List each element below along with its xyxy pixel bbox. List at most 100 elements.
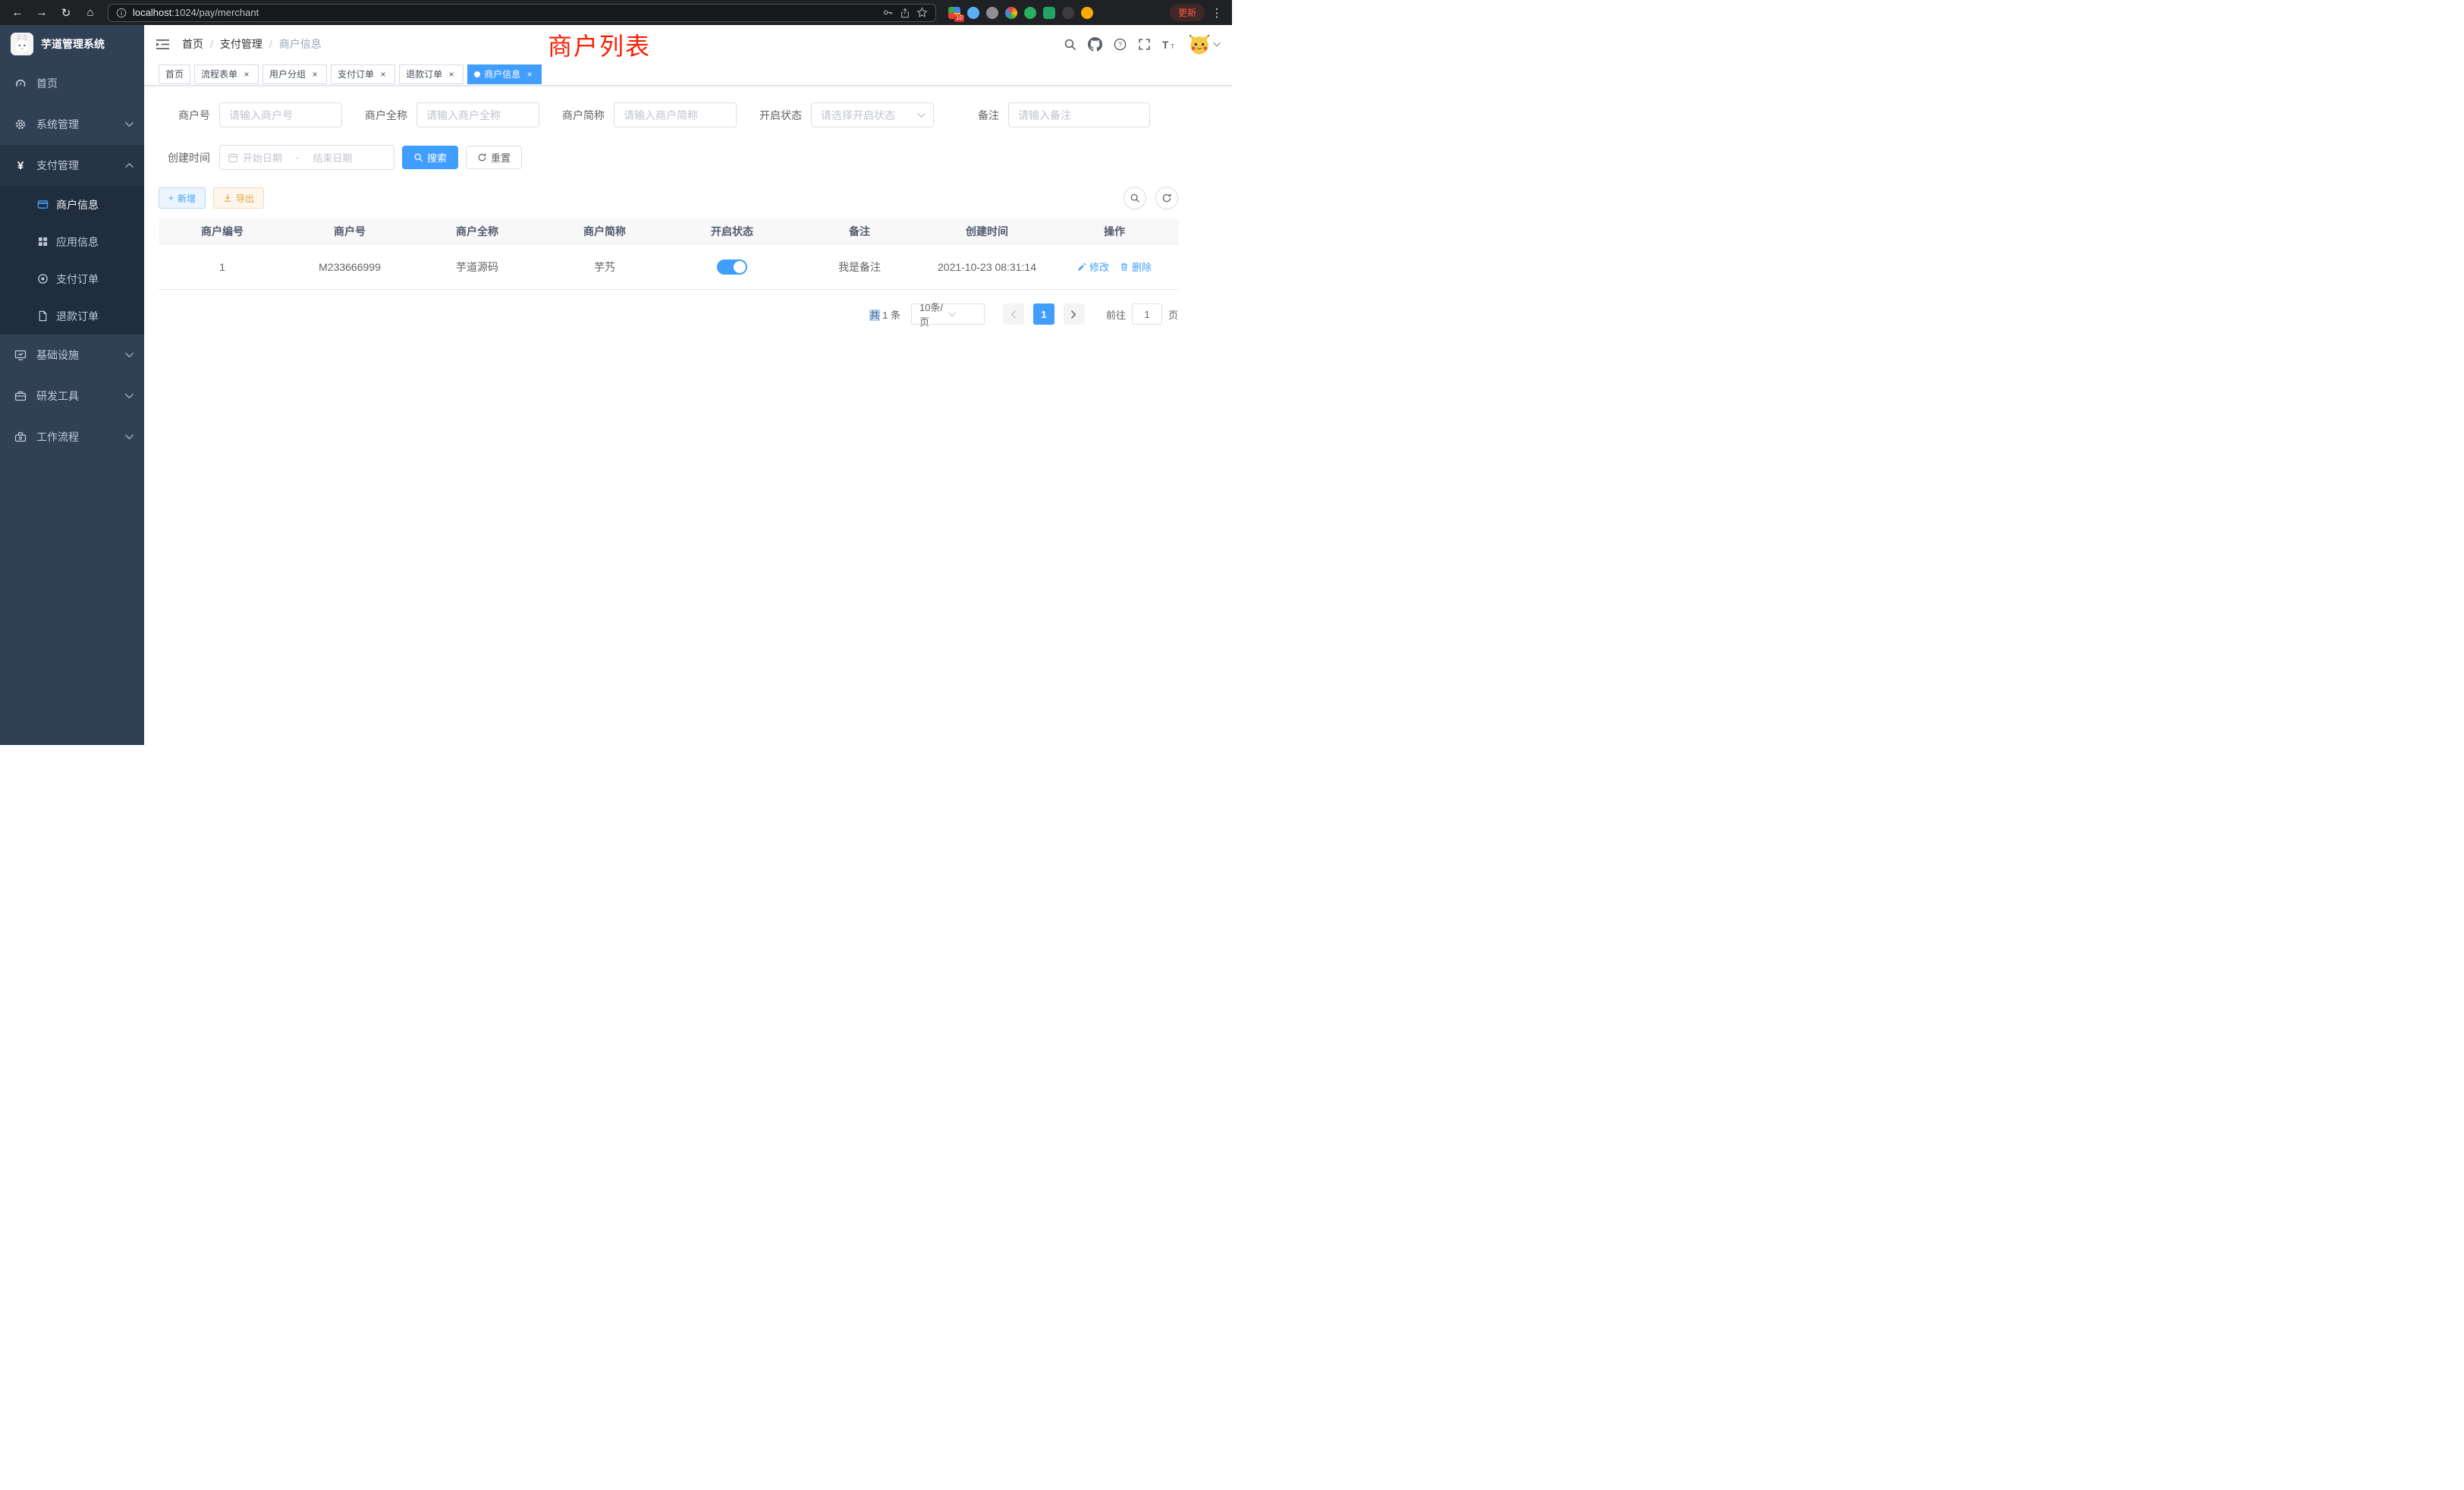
forward-icon[interactable]: → — [32, 3, 52, 23]
close-icon[interactable]: × — [310, 69, 320, 80]
sidebar-item-payment[interactable]: ¥ 支付管理 — [0, 145, 144, 186]
breadcrumb-home[interactable]: 首页 — [182, 36, 203, 52]
edit-button[interactable]: 修改 — [1077, 259, 1109, 274]
goto-label: 前往 — [1106, 307, 1126, 322]
search-button[interactable]: 搜索 — [402, 146, 458, 169]
current-page[interactable]: 1 — [1033, 303, 1054, 325]
close-icon[interactable]: × — [241, 69, 252, 80]
col-create-time: 创建时间 — [923, 218, 1051, 244]
browser-menu-icon[interactable]: ⋮ — [1209, 6, 1224, 20]
sidebar-item-label: 应用信息 — [56, 234, 99, 250]
merchant-no-input[interactable] — [219, 102, 342, 127]
cell-remark: 我是备注 — [796, 244, 923, 289]
user-menu[interactable] — [1188, 33, 1221, 55]
col-status: 开启状态 — [668, 218, 796, 244]
tab-pay-order[interactable]: 支付订单× — [331, 64, 395, 84]
close-icon[interactable]: × — [446, 69, 457, 80]
remark-input[interactable] — [1008, 102, 1150, 127]
search-icon[interactable] — [1064, 38, 1076, 51]
back-icon[interactable]: ← — [8, 3, 27, 23]
short-name-input[interactable] — [614, 102, 737, 127]
fullscreen-icon[interactable] — [1138, 38, 1151, 51]
sidebar-item-refund-order[interactable]: 退款订单 — [0, 297, 144, 335]
merchant-table: 商户编号 商户号 商户全称 商户简称 开启状态 备注 创建时间 操作 1 M23… — [159, 218, 1178, 290]
tab-home[interactable]: 首页 — [159, 64, 190, 84]
sidebar-fold-icon[interactable] — [153, 35, 171, 53]
extension-avatar-icon[interactable] — [1081, 7, 1093, 19]
logo-rabbit-icon — [11, 33, 33, 55]
goto-page-input[interactable] — [1132, 303, 1162, 325]
payment-submenu: 商户信息 应用信息 支付订单 — [0, 186, 144, 335]
toggle-search-button[interactable] — [1124, 187, 1146, 209]
tab-process-form[interactable]: 流程表单× — [194, 64, 259, 84]
status-select[interactable]: 请选择开启状态 — [811, 102, 934, 127]
sidebar-item-system[interactable]: 系统管理 — [0, 104, 144, 145]
close-icon[interactable]: × — [378, 69, 388, 80]
sidebar-item-label: 研发工具 — [36, 388, 79, 404]
sidebar-item-app-info[interactable]: 应用信息 — [0, 223, 144, 260]
col-actions: 操作 — [1051, 218, 1178, 244]
next-page-button[interactable] — [1064, 303, 1085, 325]
breadcrumb-separator: / — [210, 38, 213, 50]
date-range-picker[interactable]: 开始日期 - 结束日期 — [219, 145, 394, 170]
field-label: 创建时间 — [159, 150, 210, 165]
prev-page-button[interactable] — [1003, 303, 1024, 325]
extension-grid-icon[interactable]: 10 — [948, 7, 960, 19]
sidebar-item-pay-order[interactable]: 支付订单 — [0, 260, 144, 297]
reset-button[interactable]: 重置 — [466, 146, 522, 169]
extension-rainbow-icon[interactable] — [1005, 7, 1017, 19]
cell-create-time: 2021-10-23 08:31:14 — [923, 244, 1051, 289]
pagination-goto: 前往 页 — [1106, 303, 1178, 325]
sidebar-item-merchant-info[interactable]: 商户信息 — [0, 186, 144, 223]
extension-green-circle-icon[interactable] — [1024, 7, 1036, 19]
toolbox-icon — [14, 390, 27, 402]
active-dot — [474, 71, 480, 77]
extension-drop-icon[interactable] — [967, 7, 979, 19]
sidebar-logo[interactable]: 芋道管理系统 — [0, 25, 144, 63]
delete-button[interactable]: 删除 — [1120, 259, 1152, 274]
tab-user-group[interactable]: 用户分组× — [262, 64, 327, 84]
home-icon[interactable]: ⌂ — [80, 3, 100, 23]
page-unit-label: 页 — [1168, 307, 1178, 322]
breadcrumb-payment[interactable]: 支付管理 — [220, 36, 262, 52]
date-separator: - — [296, 152, 299, 163]
page-size-select[interactable]: 10条/页 — [911, 303, 985, 325]
status-toggle[interactable] — [717, 259, 747, 275]
user-avatar — [1188, 33, 1211, 55]
chevron-down-icon — [125, 352, 134, 358]
url-bar[interactable]: localhost:1024/pay/merchant — [108, 4, 936, 22]
tab-merchant-info[interactable]: 商户信息× — [467, 64, 542, 84]
sidebar-item-workflow[interactable]: 工作流程 — [0, 417, 144, 457]
filter-merchant-no: 商户号 — [159, 102, 342, 127]
refresh-table-button[interactable] — [1155, 187, 1178, 209]
export-button[interactable]: 导出 — [213, 187, 264, 209]
full-name-input[interactable] — [416, 102, 539, 127]
gear-icon — [14, 118, 27, 130]
site-info-icon[interactable] — [116, 8, 127, 18]
filter-row-2: 创建时间 开始日期 - 结束日期 搜索 — [159, 145, 1217, 170]
extension-gray-icon[interactable] — [986, 7, 998, 19]
sidebar-item-home[interactable]: 首页 — [0, 63, 144, 104]
pagination: 共 1 条 10条/页 1 前往 — [159, 303, 1178, 325]
close-icon[interactable]: × — [524, 69, 535, 80]
sidebar-item-devtools[interactable]: 研发工具 — [0, 376, 144, 417]
share-icon[interactable] — [900, 8, 910, 18]
sidebar-item-label: 商户信息 — [56, 197, 99, 212]
breadcrumb: 首页 / 支付管理 / 商户信息 — [182, 36, 322, 52]
help-icon[interactable]: ? — [1114, 38, 1127, 51]
browser-update-button[interactable]: 更新 — [1170, 4, 1205, 21]
extension-note-icon[interactable] — [1043, 7, 1055, 19]
tab-refund-order[interactable]: 退款订单× — [399, 64, 464, 84]
extension-dark-icon[interactable] — [1062, 7, 1074, 19]
add-button[interactable]: + 新增 — [159, 187, 206, 209]
top-navbar: 首页 / 支付管理 / 商户信息 ? — [144, 25, 1232, 63]
password-key-icon[interactable] — [882, 7, 894, 18]
refresh-icon[interactable]: ↻ — [56, 3, 76, 23]
yen-icon: ¥ — [14, 159, 27, 172]
svg-text:T: T — [1171, 42, 1174, 49]
bookmark-star-icon[interactable] — [916, 7, 928, 18]
github-icon[interactable] — [1088, 37, 1102, 52]
font-size-icon[interactable]: TT — [1162, 38, 1177, 51]
calendar-icon — [228, 152, 238, 163]
sidebar-item-infrastructure[interactable]: 基础设施 — [0, 335, 144, 376]
